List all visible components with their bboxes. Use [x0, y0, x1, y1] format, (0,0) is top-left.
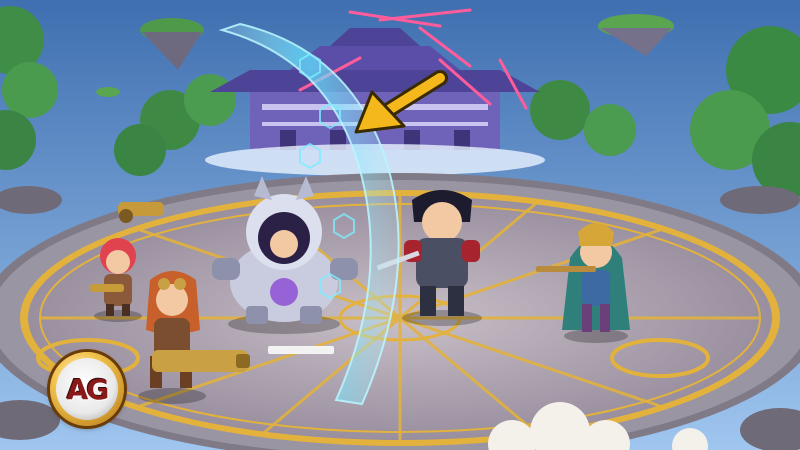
ag-logo-badge: AG — [50, 352, 124, 426]
enemy-health-fill — [269, 347, 333, 353]
battle-scene: AG — [0, 0, 800, 450]
ag-logo-inner: AG — [56, 358, 118, 420]
enemy-health-bar — [268, 346, 334, 354]
ag-logo-text: AG — [66, 372, 110, 406]
